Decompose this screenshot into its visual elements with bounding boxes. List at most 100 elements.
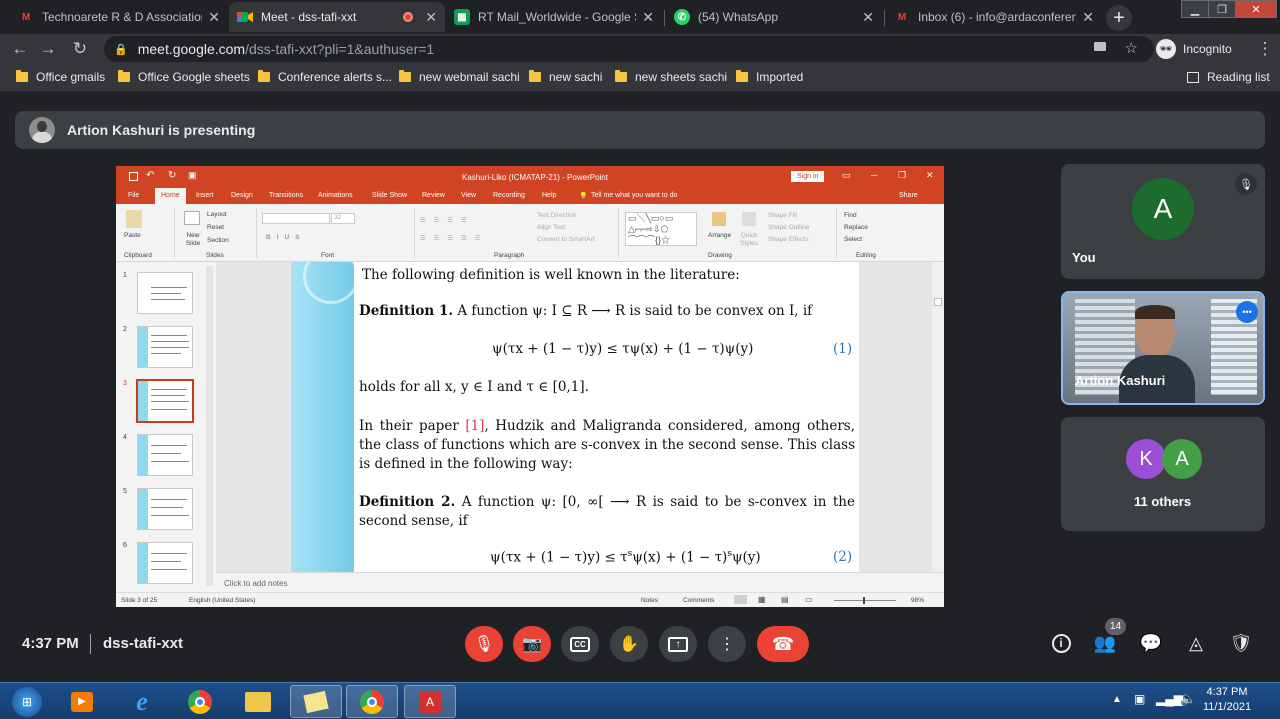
volume-icon[interactable]: 🔈 [1180, 691, 1196, 707]
activities-icon[interactable]: ◬ [1185, 632, 1207, 654]
present-button[interactable]: ↑ [659, 626, 697, 662]
bookmark-new-sheets[interactable]: new sheets sachi [615, 70, 727, 84]
tab-inbox[interactable]: M Inbox (6) - info@ardaconferenc ✕ [886, 2, 1102, 32]
paste-icon[interactable] [126, 210, 142, 228]
menu-animations[interactable]: Animations [318, 192, 353, 199]
tab-technoarete[interactable]: M Technoarete R & D Association | ✕ [10, 2, 228, 32]
host-controls-icon[interactable]: 🛡 [1230, 632, 1253, 654]
raise-hand-button[interactable]: ✋ [610, 626, 648, 662]
shape-fill-button[interactable]: Shape Fill [768, 212, 797, 219]
slide-sorter-icon[interactable]: ▦ [758, 595, 766, 604]
language-status[interactable]: English (United States) [189, 597, 255, 604]
menu-view[interactable]: View [461, 192, 476, 199]
taskbar-internet-explorer[interactable]: e [116, 685, 168, 718]
menu-help[interactable]: Help [542, 192, 556, 199]
bookmark-office-gmails[interactable]: Office gmails [16, 70, 105, 84]
show-hidden-icons[interactable]: ▲ [1112, 694, 1122, 705]
zoom-slider-thumb[interactable] [863, 597, 865, 604]
address-bar[interactable]: 🔒 meet.google.com/dss-tafi-xxt?pli=1&aut… [104, 36, 1154, 62]
shape-effects-button[interactable]: Shape Effects [768, 236, 808, 243]
close-icon[interactable]: ✕ [862, 9, 874, 26]
font-format-buttons[interactable]: BIUS [266, 234, 306, 241]
thumbnail-scrollbar[interactable] [206, 266, 213, 586]
people-icon[interactable]: 👥 [1094, 632, 1116, 654]
bookmark-new-sachi[interactable]: new sachi [529, 70, 602, 84]
arrange-icon[interactable] [712, 212, 726, 226]
ppt-minimize-icon[interactable]: ─ [871, 170, 877, 180]
tile-others[interactable]: K A 11 others [1061, 417, 1265, 531]
slide-thumbnail-2[interactable] [137, 326, 193, 368]
convert-smartart-button[interactable]: Convert to SmartArt [537, 236, 594, 243]
taskbar-media-player[interactable]: ▶ [56, 685, 108, 718]
notes-pane[interactable]: Click to add notes [216, 572, 944, 592]
normal-view-icon[interactable] [734, 595, 747, 604]
slide-thumbnail-4[interactable] [137, 434, 193, 476]
taskbar-explorer[interactable] [232, 685, 284, 718]
menu-transitions[interactable]: Transitions [269, 192, 303, 199]
start-button[interactable]: ⊞ [2, 685, 52, 718]
minimize-button[interactable]: ▁ [1181, 0, 1209, 18]
camera-toggle-button[interactable]: 📷 [513, 626, 551, 662]
slide-thumbnail-5[interactable] [137, 488, 193, 530]
forward-arrow-icon[interactable]: → [37, 38, 59, 60]
leave-call-button[interactable]: ☎ [757, 626, 809, 662]
reading-view-icon[interactable]: ▤ [781, 595, 789, 604]
signal-icon[interactable]: ▂▄▆ [1156, 692, 1183, 706]
taskbar-chrome-active[interactable] [346, 685, 398, 718]
slide-scrollbar[interactable] [932, 262, 944, 572]
reading-list-button[interactable]: Reading list [1187, 70, 1270, 84]
scroll-thumb[interactable] [934, 298, 942, 306]
bookmark-conference-alerts[interactable]: Conference alerts s... [258, 70, 392, 84]
captions-button[interactable]: CC [561, 626, 599, 662]
close-icon[interactable]: ✕ [425, 9, 437, 26]
section-button[interactable]: Section [207, 237, 229, 244]
font-name-box[interactable] [262, 213, 330, 224]
zoom-level[interactable]: 98% [911, 597, 924, 604]
menu-icon[interactable]: ⋮ [1254, 38, 1276, 60]
quick-styles-label[interactable]: Quick Styles [736, 232, 762, 248]
reset-button[interactable]: Reset [207, 224, 224, 231]
slide-thumbnail-3[interactable] [136, 379, 194, 423]
close-icon[interactable]: ✕ [642, 9, 654, 26]
ribbon-display-icon[interactable]: ▭ [842, 170, 851, 181]
info-icon[interactable]: i [1050, 632, 1072, 654]
menu-file[interactable]: File [128, 192, 139, 199]
zoom-slider[interactable] [834, 600, 896, 601]
reload-icon[interactable]: ↻ [69, 38, 91, 60]
select-button[interactable]: Select [844, 236, 862, 243]
font-size-box[interactable]: 32 [331, 213, 355, 224]
meeting-code[interactable]: dss-tafi-xxt [103, 635, 183, 652]
slideshow-view-icon[interactable]: ▭ [805, 595, 813, 604]
reference-link[interactable]: [1] [465, 418, 484, 434]
close-icon[interactable]: ✕ [1082, 9, 1094, 26]
bookmark-new-webmail[interactable]: new webmail sachi [399, 70, 520, 84]
ppt-restore-icon[interactable]: ❐ [898, 170, 906, 181]
taskbar-chrome[interactable] [174, 685, 226, 718]
bullets-icon[interactable]: ☰ ☰ ☰ ☰ [420, 216, 470, 224]
menu-insert[interactable]: Insert [196, 192, 214, 199]
more-options-button[interactable]: ⋮ [708, 626, 746, 662]
tab-meet[interactable]: Meet - dss-tafi-xxt ✕ [229, 2, 445, 32]
tile-presenter[interactable]: Artion Kashuri ••• [1061, 291, 1265, 405]
menu-recording[interactable]: Recording [493, 192, 525, 199]
tile-you[interactable]: A You 🎙 [1061, 164, 1265, 279]
back-arrow-icon[interactable]: ← [9, 38, 31, 60]
quick-styles-icon[interactable] [742, 212, 756, 226]
maximize-button[interactable]: ❐ [1208, 0, 1236, 18]
layout-button[interactable]: Layout [207, 211, 227, 218]
taskbar-acrobat[interactable]: A [404, 685, 456, 718]
new-tab-button[interactable]: + [1106, 5, 1132, 31]
tab-whatsapp[interactable]: ✆ (54) WhatsApp ✕ [666, 2, 882, 32]
tray-device-icon[interactable]: ▣ [1134, 692, 1145, 706]
shapes-gallery[interactable]: ▭＼╲▭○▭ △⌐⌐⇨⇩⬠ ⌒⌒⌒{}☆ [625, 212, 697, 246]
notes-toggle[interactable]: Notes [641, 597, 658, 604]
find-button[interactable]: Find [844, 212, 857, 219]
start-slideshow-icon[interactable]: ▣ [188, 170, 197, 181]
slide-thumbnail-1[interactable] [137, 272, 193, 314]
slide-thumbnail-6[interactable] [137, 542, 193, 584]
share-button[interactable]: Share [899, 192, 918, 199]
close-icon[interactable]: ✕ [208, 9, 220, 26]
ppt-close-icon[interactable]: ✕ [926, 170, 934, 181]
star-icon[interactable]: ☆ [1125, 39, 1138, 57]
slide-canvas[interactable]: The following definition is well known i… [291, 262, 859, 572]
